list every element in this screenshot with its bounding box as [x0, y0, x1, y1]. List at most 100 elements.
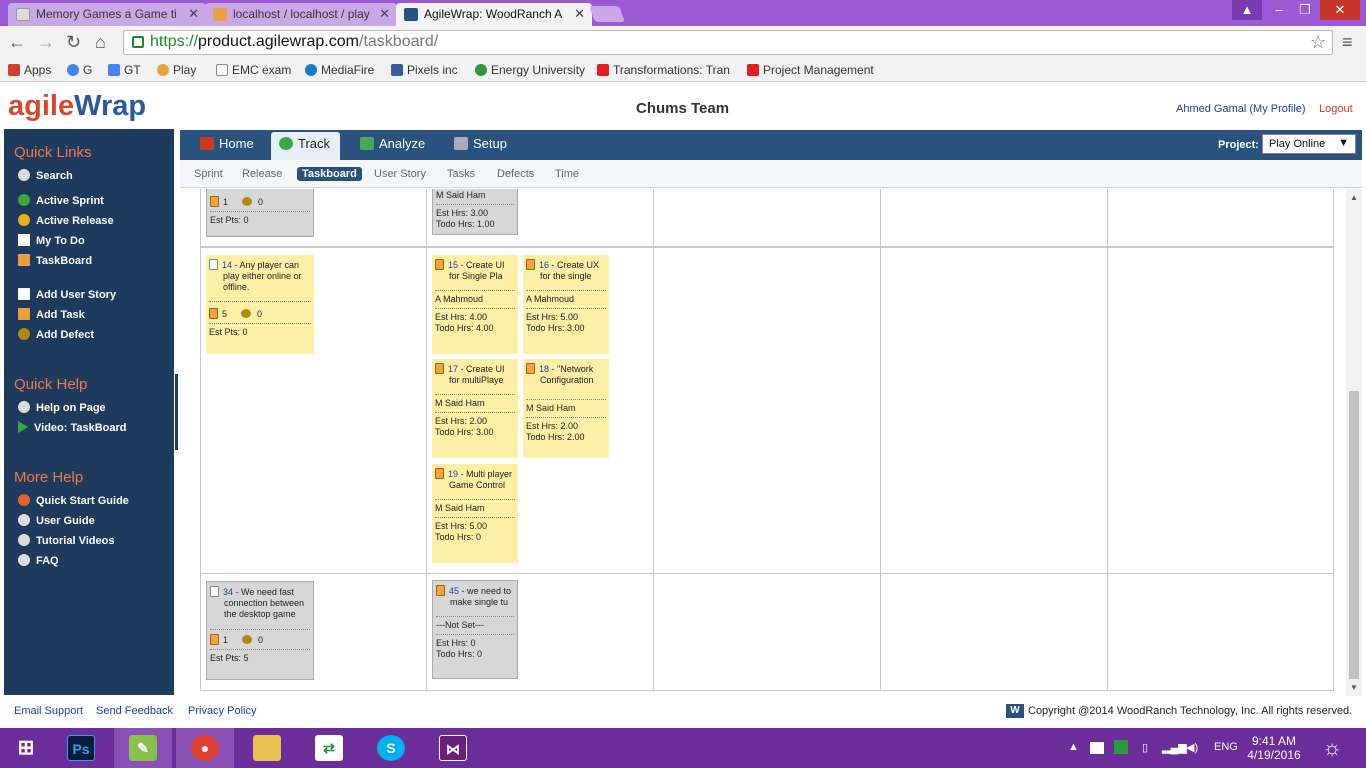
signal-icon[interactable]: ▂▄▆: [1162, 741, 1187, 754]
language-indicator[interactable]: ENG: [1214, 741, 1238, 753]
tray-expand-icon[interactable]: ▲: [1068, 741, 1079, 753]
bookmark-play[interactable]: Play: [157, 63, 196, 77]
taskbar-skype[interactable]: S: [362, 728, 420, 768]
divider: [209, 301, 311, 302]
tab-track[interactable]: Track: [271, 132, 341, 160]
sidebar-item-tutorial-videos[interactable]: Tutorial Videos: [18, 534, 114, 547]
sidebar-item-user-guide[interactable]: User Guide: [18, 514, 95, 527]
card-id-link[interactable]: 18: [539, 364, 549, 374]
bookmark-project-management[interactable]: Project Management: [747, 63, 874, 77]
taskbar-file-explorer[interactable]: [238, 728, 296, 768]
scroll-thumb[interactable]: [1349, 391, 1359, 679]
subtab-sprint[interactable]: Sprint: [194, 168, 223, 180]
browser-tab-agilewrap[interactable]: AgileWrap: WoodRanch A ✕: [396, 3, 592, 26]
subtab-release[interactable]: Release: [242, 168, 282, 180]
story-card[interactable]: 10 Est Pts: 0: [206, 189, 314, 237]
logout-link[interactable]: Logout: [1319, 103, 1353, 115]
battery-icon[interactable]: ▯: [1142, 741, 1148, 754]
taskbar-notepad[interactable]: ✎: [114, 728, 172, 768]
sidebar-item-add-defect[interactable]: Add Defect: [18, 328, 94, 341]
close-icon[interactable]: ✕: [574, 6, 585, 22]
bookmark-pixels-inc[interactable]: Pixels inc: [391, 63, 458, 77]
reload-icon[interactable]: ↻: [66, 32, 81, 53]
browser-tab-localhost[interactable]: localhost / localhost / play ✕: [205, 3, 397, 26]
task-card[interactable]: 17 - Create UI for multiPlaye M Said Ham…: [432, 359, 518, 458]
system-clock[interactable]: 9:41 AM 4/19/2016: [1244, 734, 1304, 762]
brightness-icon[interactable]: ☼: [1322, 735, 1342, 761]
taskbar-chrome[interactable]: ●: [176, 728, 234, 768]
taskbar-photoshop[interactable]: Ps: [52, 728, 110, 768]
tab-analyze[interactable]: Analyze: [352, 132, 435, 160]
task-card[interactable]: 19 - Multi player Game Control M Said Ha…: [432, 464, 518, 563]
card-id-link[interactable]: 17: [448, 364, 458, 374]
close-icon[interactable]: ✕: [188, 6, 199, 22]
card-id-link[interactable]: 14: [222, 260, 232, 270]
privacy-policy-link[interactable]: Privacy Policy: [188, 705, 256, 717]
card-id-link[interactable]: 16: [539, 260, 549, 270]
volume-icon[interactable]: ◀): [1186, 741, 1198, 754]
subtab-time[interactable]: Time: [555, 168, 579, 180]
start-button[interactable]: ⊞: [0, 728, 58, 768]
subtab-taskboard[interactable]: Taskboard: [297, 167, 362, 181]
card-id-link[interactable]: 15: [448, 260, 458, 270]
sidebar-item-taskboard[interactable]: TaskBoard: [18, 254, 92, 267]
project-select[interactable]: Play Online ▼: [1262, 134, 1356, 154]
sidebar-splitter[interactable]: [175, 374, 178, 450]
taskbar-visual-studio[interactable]: ⋈: [424, 728, 482, 768]
profile-link[interactable]: Ahmed Gamal (My Profile): [1176, 103, 1306, 115]
sidebar-item-search[interactable]: Search: [18, 169, 73, 182]
tab-home[interactable]: Home: [192, 132, 264, 160]
back-icon[interactable]: ←: [8, 32, 26, 53]
bookmark-emc-exam[interactable]: EMC exam: [216, 63, 291, 77]
sidebar-item-add-user-story[interactable]: Add User Story: [18, 288, 116, 301]
bookmark-gt[interactable]: GT: [108, 63, 141, 77]
new-tab-button[interactable]: [589, 6, 625, 22]
card-id-link[interactable]: 34: [223, 587, 233, 597]
home-icon[interactable]: ⌂: [95, 32, 106, 53]
task-card[interactable]: 45 - we need to make single tu ---Not Se…: [432, 580, 518, 679]
taskbar-app[interactable]: ⇄: [300, 728, 358, 768]
sidebar-item-quick-start-guide[interactable]: Quick Start Guide: [18, 494, 129, 507]
bookmark-apps[interactable]: Apps: [8, 63, 51, 77]
menu-icon[interactable]: ≡: [1342, 32, 1353, 53]
url-bar[interactable]: https://product.agilewrap.com/taskboard/…: [123, 30, 1333, 55]
card-id-link[interactable]: 19: [448, 469, 458, 479]
restore-button[interactable]: ❐: [1290, 0, 1320, 20]
bookmark-g[interactable]: G: [67, 63, 92, 77]
board-scrollbar[interactable]: ▲ ▼: [1346, 189, 1362, 696]
sidebar-item-video-taskboard[interactable]: Video: TaskBoard: [18, 421, 127, 434]
email-support-link[interactable]: Email Support: [14, 705, 83, 717]
scroll-down-icon[interactable]: ▼: [1350, 683, 1358, 692]
browser-tab-memory-games[interactable]: Memory Games a Game ti ✕: [8, 3, 206, 26]
story-card[interactable]: 34 - We need fast connection between the…: [206, 581, 314, 680]
window-close-button[interactable]: ✕: [1320, 0, 1360, 20]
sidebar-item-active-sprint[interactable]: Active Sprint: [18, 194, 104, 207]
sidebar-item-add-task[interactable]: Add Task: [18, 308, 85, 321]
card-id-link[interactable]: 45: [449, 586, 459, 596]
network-warning-icon[interactable]: [1090, 742, 1104, 754]
user-icon[interactable]: ▲: [1232, 0, 1262, 20]
scroll-up-icon[interactable]: ▲: [1350, 193, 1358, 202]
sidebar-item-faq[interactable]: FAQ: [18, 554, 59, 567]
sidebar-item-my-to-do[interactable]: My To Do: [18, 234, 85, 247]
subtab-tasks[interactable]: Tasks: [447, 168, 475, 180]
task-card[interactable]: 15 - Create UI for Single Pla A Mahmoud …: [432, 255, 518, 354]
task-card[interactable]: 18 - "Network Configuration M Said Ham E…: [523, 359, 609, 458]
tab-setup[interactable]: Setup: [446, 132, 517, 160]
bookmark-transformations[interactable]: Transformations: Tran: [597, 63, 735, 77]
sidebar-item-active-release[interactable]: Active Release: [18, 214, 114, 227]
close-icon[interactable]: ✕: [379, 6, 390, 22]
bookmark-energy-university[interactable]: Energy University: [475, 63, 585, 77]
story-card[interactable]: 14 - Any player can play either online o…: [206, 255, 314, 354]
forward-icon[interactable]: →: [37, 32, 55, 53]
bookmark-mediafire[interactable]: MediaFire: [305, 63, 374, 77]
subtab-defects[interactable]: Defects: [497, 168, 534, 180]
send-feedback-link[interactable]: Send Feedback: [96, 705, 173, 717]
star-icon[interactable]: ☆: [1310, 32, 1326, 53]
app-tray-icon[interactable]: [1114, 740, 1128, 754]
agilewrap-logo[interactable]: agileWrap: [8, 90, 146, 123]
sidebar-item-help-on-page[interactable]: Help on Page: [18, 401, 106, 414]
subtab-user-story[interactable]: User Story: [374, 168, 426, 180]
task-card[interactable]: M Said Ham Est Hrs: 3.00 Todo Hrs: 1.00: [432, 189, 518, 235]
task-card[interactable]: 16 - Create UX for the single A Mahmoud …: [523, 255, 609, 354]
